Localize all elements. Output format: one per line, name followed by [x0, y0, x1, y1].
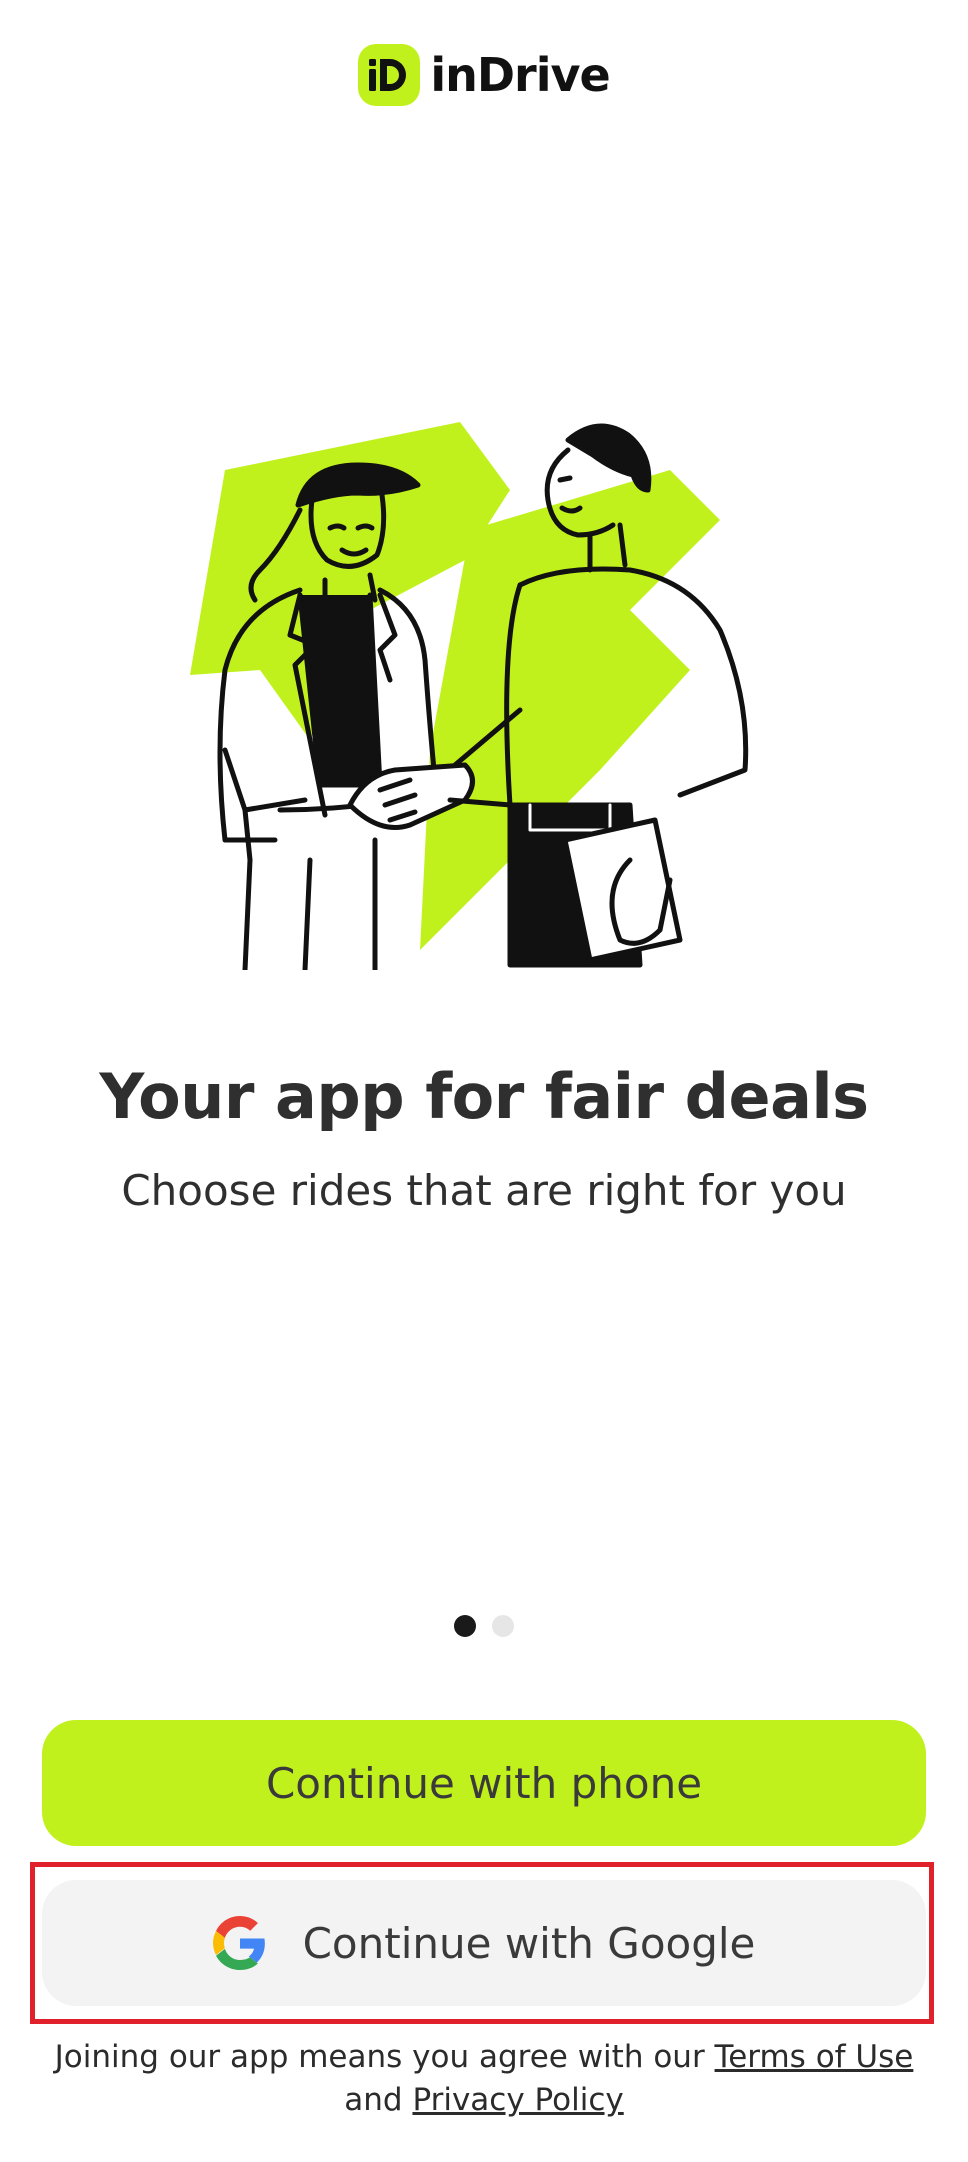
continue-with-google-label: Continue with Google — [302, 1918, 756, 1968]
google-g-icon — [212, 1916, 265, 1970]
logo-badge-icon — [358, 44, 421, 106]
pager-dot-1[interactable] — [454, 1615, 476, 1637]
handshake-illustration — [180, 410, 800, 973]
onboarding-title: Your app for fair deals — [99, 1060, 869, 1133]
continue-with-phone-button[interactable]: Continue with phone — [42, 1720, 926, 1846]
legal-middle: and — [344, 2082, 413, 2118]
logo-id-glyph — [369, 59, 407, 91]
pager-dot-2[interactable] — [492, 1615, 514, 1637]
legal-notice: Joining our app means you agree with our… — [0, 2036, 968, 2122]
app-logo: inDrive — [0, 44, 968, 106]
handshake-illustration-svg — [190, 422, 749, 973]
logo-text: inDrive — [430, 48, 610, 102]
onboarding-subtitle: Choose rides that are right for you — [121, 1166, 847, 1215]
privacy-policy-link[interactable]: Privacy Policy — [412, 2082, 623, 2118]
continue-with-phone-label: Continue with phone — [265, 1758, 703, 1808]
legal-prefix: Joining our app means you agree with our — [54, 2039, 715, 2075]
continue-with-google-button[interactable]: Continue with Google — [42, 1880, 926, 2006]
pager-indicator — [0, 1615, 968, 1637]
terms-of-use-link[interactable]: Terms of Use — [715, 2039, 914, 2075]
